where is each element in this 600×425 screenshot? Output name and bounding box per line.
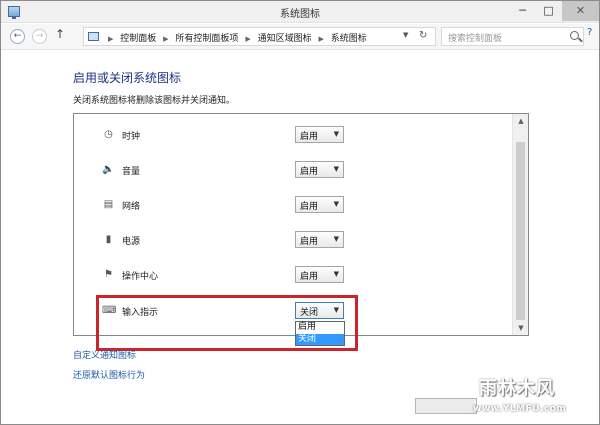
title-bar: 系统图标 ─ □ ✕	[1, 1, 599, 23]
chevron-right-icon: ▶	[163, 35, 169, 43]
chevron-down-icon: ▼	[333, 270, 339, 278]
watermark-url: www.YLMFU.com	[473, 404, 567, 414]
help-icon[interactable]: ?	[587, 27, 592, 38]
scroll-down-arrow-icon[interactable]: ▼	[513, 321, 529, 335]
breadcrumb: ▶ 控制面板 ▶ 所有控制面板项 ▶ 通知区域图标 ▶ 系统图标	[104, 31, 367, 44]
watermark: 雨林木风 www.YLMFU.com	[469, 367, 600, 425]
state-select[interactable]: 启用 ▼	[295, 266, 344, 283]
select-value: 启用	[300, 237, 319, 247]
select-value: 启用	[300, 202, 319, 212]
close-button[interactable]: ✕	[562, 1, 599, 21]
row-label: 音量	[122, 167, 141, 177]
scroll-up-arrow-icon[interactable]: ▲	[513, 114, 529, 128]
refresh-icon[interactable]: ↻	[419, 30, 427, 41]
control-panel-window: 系统图标 ─ □ ✕ ← → ↑ ▶ 控制面板 ▶ 所有控制面板项 ▶ 通知区域…	[0, 0, 600, 425]
select-value: 启用	[300, 167, 319, 177]
red-highlight-box	[96, 295, 358, 351]
forward-button[interactable]: →	[32, 29, 47, 44]
ok-button[interactable]	[415, 398, 477, 414]
back-button[interactable]: ←	[10, 29, 25, 44]
chevron-right-icon: ▶	[245, 35, 251, 43]
action-center-flag-icon: ⚑	[104, 269, 113, 280]
page-subtitle: 关闭系统图标将删除该图标并关闭通知。	[73, 96, 236, 106]
state-select[interactable]: 启用 ▼	[295, 196, 344, 213]
search-placeholder: 搜索控制面板	[448, 34, 503, 44]
chevron-down-icon[interactable]: ▼	[403, 31, 408, 39]
breadcrumb-item[interactable]: 所有控制面板项	[175, 34, 238, 44]
chevron-right-icon: ▶	[108, 35, 114, 43]
chevron-down-icon: ▼	[333, 200, 339, 208]
state-select[interactable]: 启用 ▼	[295, 231, 344, 248]
breadcrumb-item[interactable]: 通知区域图标	[258, 34, 312, 44]
list-item: 🔈 音量 启用 ▼	[74, 158, 512, 182]
address-bar[interactable]: ▶ 控制面板 ▶ 所有控制面板项 ▶ 通知区域图标 ▶ 系统图标 ▼ ↻	[83, 27, 436, 46]
volume-icon: 🔈	[102, 164, 115, 175]
chevron-down-icon: ▼	[333, 165, 339, 173]
customize-notification-icons-link[interactable]: 自定义通知图标	[73, 348, 136, 361]
page-title: 启用或关闭系统图标	[73, 71, 182, 85]
list-item: ▤ 网络 启用 ▼	[74, 193, 512, 217]
list-item: ▮ 电源 启用 ▼	[74, 228, 512, 252]
computer-icon	[88, 32, 99, 41]
breadcrumb-item[interactable]: 控制面板	[120, 34, 156, 44]
maximize-button[interactable]: □	[536, 1, 561, 21]
row-label: 网络	[122, 202, 141, 212]
up-button[interactable]: ↑	[55, 27, 67, 41]
scrollbar-thumb[interactable]	[516, 142, 525, 320]
select-value: 启用	[300, 272, 319, 282]
row-label: 操作中心	[122, 272, 159, 282]
row-label: 时钟	[122, 132, 141, 142]
list-item: ◷ 时钟 启用 ▼	[74, 123, 512, 147]
state-select[interactable]: 启用 ▼	[295, 161, 344, 178]
navigation-bar: ← → ↑ ▶ 控制面板 ▶ 所有控制面板项 ▶ 通知区域图标 ▶ 系统图标 ▼…	[1, 24, 599, 50]
search-input[interactable]: 搜索控制面板	[441, 27, 584, 46]
chevron-down-icon: ▼	[333, 130, 339, 138]
minimize-button[interactable]: ─	[510, 1, 535, 21]
restore-default-icon-behavior-link[interactable]: 还原默认图标行为	[73, 368, 145, 381]
vertical-scrollbar[interactable]: ▲ ▼	[512, 114, 528, 335]
chevron-down-icon: ▼	[333, 235, 339, 243]
search-icon[interactable]	[570, 31, 579, 40]
select-value: 启用	[300, 132, 319, 142]
network-icon: ▤	[103, 199, 114, 210]
clock-icon: ◷	[104, 129, 113, 140]
list-item: ⚑ 操作中心 启用 ▼	[74, 263, 512, 287]
row-label: 电源	[122, 237, 141, 247]
chevron-right-icon: ▶	[318, 35, 324, 43]
power-icon: ▮	[105, 234, 112, 245]
state-select[interactable]: 启用 ▼	[295, 126, 344, 143]
watermark-text: 雨林木风	[479, 378, 555, 399]
breadcrumb-item[interactable]: 系统图标	[331, 34, 367, 44]
